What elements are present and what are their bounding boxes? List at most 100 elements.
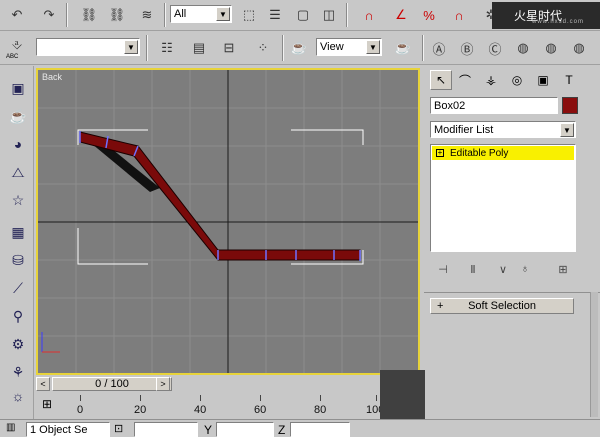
stack-item-label: Editable Poly [450, 147, 509, 159]
object-d-icon[interactable]: ◍ [512, 37, 534, 59]
toolbar-separator [422, 35, 424, 61]
left-toolbar: ▣ ☕ ◕ ⧍ ☆ ▦ ⛁ ⟋ ⚲ ⚙ ⚘ ☼ [0, 66, 34, 421]
object-box02 [79, 131, 361, 261]
chevron-down-icon: ▼ [216, 7, 230, 21]
object-e-icon[interactable]: ◍ [540, 37, 562, 59]
y-label: Y [204, 423, 213, 437]
unlink-selection-icon[interactable]: ⛓ [106, 4, 128, 26]
configure-modifier-sets-icon[interactable]: ⊞ [554, 260, 572, 278]
make-unique-icon[interactable]: ∨ [494, 260, 512, 278]
modifier-list-label: Modifier List [434, 123, 494, 136]
time-slider-thumb[interactable]: 0 / 100 [52, 377, 172, 391]
expand-icon[interactable]: + [436, 149, 444, 157]
time-slider-next[interactable]: > [156, 377, 170, 391]
create-tab-icon[interactable]: ↖ [430, 70, 452, 90]
bulb-icon[interactable]: ☼ [7, 386, 29, 406]
pin-stack-icon[interactable]: ⊣ [434, 260, 452, 278]
star-icon[interactable]: ☆ [7, 190, 29, 210]
snap-toggle-icon[interactable]: ∩ [358, 4, 380, 26]
hierarchy-tab-icon[interactable]: ⚶ [480, 70, 502, 90]
maxscript-icon[interactable]: ▥ [6, 422, 22, 437]
cylinder-icon[interactable]: ⛁ [7, 250, 29, 270]
select-and-link-icon[interactable]: ⛓ [78, 4, 100, 26]
bend-icon[interactable]: ⟋ [7, 278, 29, 298]
track-bar[interactable]: ⊞ 0 20 40 60 80 100 [36, 395, 420, 419]
object-name-field[interactable]: Box02 [430, 97, 558, 114]
named-selection-sets-dropdown[interactable]: ▼ [36, 38, 140, 56]
quick-render-icon[interactable]: ☕ [392, 37, 414, 59]
selection-filter-value: All [174, 8, 187, 20]
filter-keys-icon[interactable]: ⊞ [42, 397, 64, 413]
reference-coordinate-value: View [320, 41, 344, 53]
angle-snap-icon[interactable]: ∠ [390, 4, 412, 26]
object-color-swatch[interactable] [562, 97, 578, 114]
window-crossing-icon[interactable]: ◫ [318, 4, 340, 26]
time-slider-prev[interactable]: < [36, 377, 50, 391]
remove-modifier-icon[interactable]: ♁ [516, 260, 534, 278]
wind-icon[interactable]: ⚘ [7, 362, 29, 382]
rectangular-selection-icon[interactable]: ▢ [292, 4, 314, 26]
display-tab-icon[interactable]: ▣ [532, 70, 554, 90]
command-panel: ↖ ⌒ ⚶ ◎ ▣ T Box02 Modifier List ▼ + Edit… [424, 66, 600, 421]
time-slider-label: 0 / 100 [95, 378, 129, 390]
modifier-list-dropdown[interactable]: Modifier List ▼ [430, 121, 576, 138]
select-object-icon[interactable]: ⬚ [238, 4, 260, 26]
chevron-down-icon: ▼ [366, 40, 380, 54]
object-a-icon[interactable]: Ⓐ [428, 37, 450, 59]
back-viewport[interactable]: Back [36, 68, 420, 375]
show-end-result-icon[interactable]: Ⅱ [464, 260, 482, 278]
render-scene-icon[interactable]: ☕ [288, 37, 310, 59]
object-b-icon[interactable]: Ⓑ [456, 37, 478, 59]
x-coordinate-field[interactable] [134, 422, 198, 437]
stack-item-editable-poly[interactable]: + Editable Poly [432, 146, 574, 160]
reference-coordinate-dropdown[interactable]: View ▼ [316, 38, 382, 56]
utilities-tab-icon[interactable]: T [558, 70, 580, 90]
material-editor-icon[interactable]: ⁘ [252, 37, 274, 59]
select-by-name-icon[interactable]: ☰ [264, 4, 286, 26]
tick [140, 395, 141, 401]
box-grid-icon[interactable]: ▦ [7, 222, 29, 242]
tick [200, 395, 201, 401]
cone-icon[interactable]: ⧍ [7, 162, 29, 182]
chevron-down-icon: ▼ [124, 40, 138, 54]
logo-url: www.hxsd.com [532, 19, 585, 25]
toolbar-separator [66, 3, 68, 27]
spelling-icon[interactable]: ⎀ [6, 34, 28, 56]
selection-count-text: 1 Object Se [30, 423, 88, 436]
modifier-stack-toolbar: ⊣ Ⅱ ∨ ♁ ⊞ [430, 258, 580, 280]
z-label: Z [278, 423, 286, 437]
viewport-canvas [38, 70, 418, 373]
percent-snap-icon[interactable]: % [418, 4, 440, 26]
y-coordinate-field[interactable] [216, 422, 274, 437]
spinner-snap-icon[interactable]: ∩ [448, 4, 470, 26]
time-slider: < 0 / 100 > [36, 377, 420, 393]
teapot-icon[interactable]: ☕ [7, 106, 29, 126]
schematic-view-icon[interactable]: ⊟ [218, 37, 240, 59]
command-panel-scrollbar[interactable] [590, 292, 598, 417]
status-bar: ▥ 1 Object Se ⊡ Y Z [0, 419, 600, 437]
viewport-label[interactable]: Back [42, 72, 62, 82]
motion-tab-icon[interactable]: ◎ [506, 70, 528, 90]
chevron-down-icon: ▼ [560, 123, 574, 137]
tick [260, 395, 261, 401]
bind-to-space-warp-icon[interactable]: ≋ [136, 4, 158, 26]
track-view-icon[interactable]: ▤ [188, 37, 210, 59]
modify-tab-icon[interactable]: ⌒ [454, 70, 476, 90]
layer-manager-icon[interactable]: ☷ [156, 37, 178, 59]
sphere-icon[interactable]: ◕ [7, 134, 29, 154]
soft-selection-rollout[interactable]: + Soft Selection [430, 298, 574, 314]
selection-filter-dropdown[interactable]: All ▼ [170, 5, 232, 23]
tick [376, 395, 377, 401]
z-coordinate-field[interactable] [290, 422, 350, 437]
toolbar-separator [164, 3, 166, 27]
redo-icon[interactable]: ↷ [38, 4, 60, 26]
lathe-icon[interactable]: ⚲ [7, 306, 29, 326]
lock-selection-icon[interactable]: ⊡ [114, 422, 128, 436]
gear-icon[interactable]: ⚙ [7, 334, 29, 354]
modifier-stack[interactable]: + Editable Poly [430, 144, 576, 252]
create-box-icon[interactable]: ▣ [7, 78, 29, 98]
object-f-icon[interactable]: ◍ [568, 37, 590, 59]
undo-icon[interactable]: ↶ [6, 4, 28, 26]
object-c-icon[interactable]: Ⓒ [484, 37, 506, 59]
abc-label: ABC [6, 54, 19, 60]
